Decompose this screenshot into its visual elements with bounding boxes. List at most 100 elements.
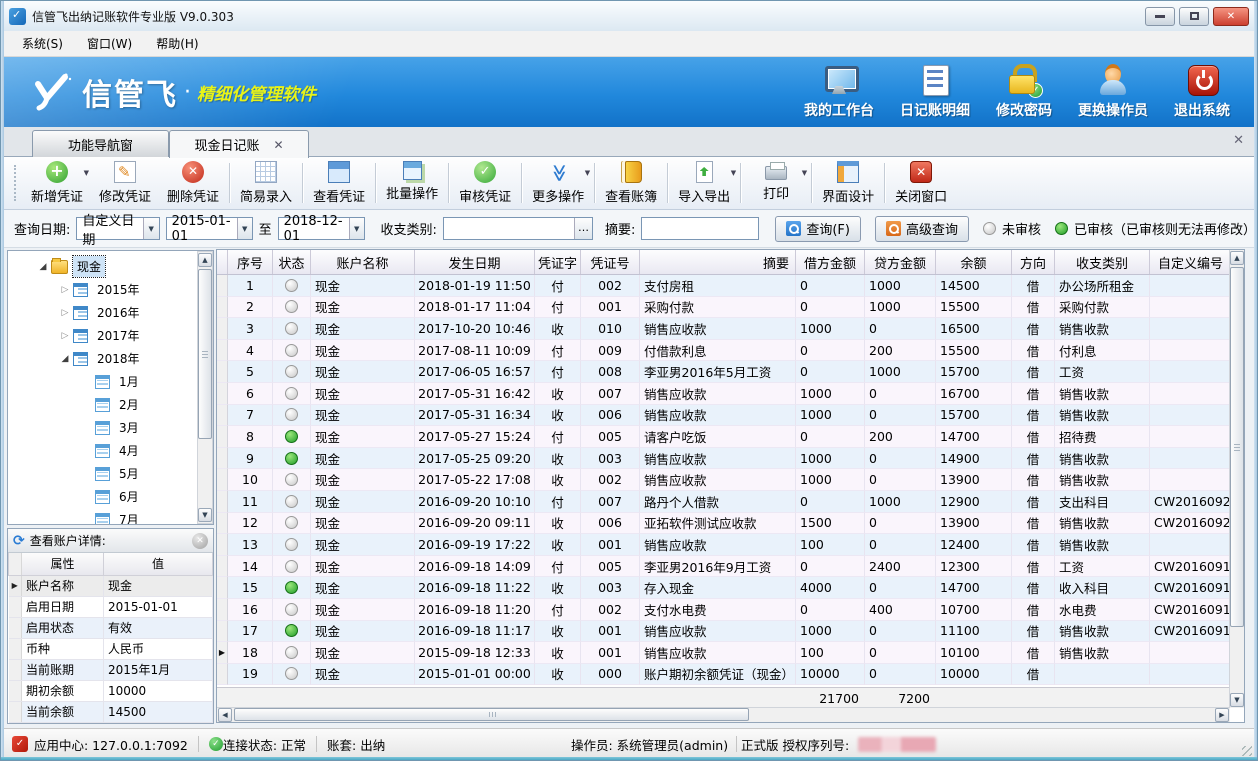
tab-nav-window[interactable]: 功能导航窗 [32,130,169,157]
grid-column-header[interactable]: 借方金额 [796,250,865,274]
dropdown-arrow-icon[interactable]: ▼ [731,169,736,177]
banner-action-workbench[interactable]: 我的工作台 [804,64,874,120]
toolbar-more-ops-button[interactable]: ▼更多操作 [524,157,592,209]
dropdown-arrow-icon[interactable]: ▼ [802,169,807,177]
category-input[interactable] [443,217,593,240]
minimize-button[interactable] [1145,7,1175,26]
tab-cash-journal[interactable]: 现金日记账 ✕ [169,130,309,158]
tabstrip-close-icon[interactable]: ✕ [1233,133,1244,148]
table-row[interactable]: 14现金2016-09-18 14:09付005李亚男2016年9月工资0240… [217,556,1244,578]
grid-column-header[interactable]: 自定义编号 [1150,250,1230,274]
date-mode-select[interactable]: 自定义日期 ▼ [76,217,159,240]
collapse-icon[interactable]: ◢ [38,262,48,272]
expand-icon[interactable]: ▷ [60,285,70,295]
toolbar-close-window-button[interactable]: 关闭窗口 [887,157,955,209]
toolbar-edit-voucher-button[interactable]: 修改凭证 [91,157,159,209]
summary-input[interactable] [641,217,759,240]
scroll-thumb[interactable] [234,708,749,721]
grid-column-header[interactable]: 账户名称 [311,250,415,274]
toolbar-delete-voucher-button[interactable]: 删除凭证 [159,157,227,209]
scroll-up-icon[interactable]: ▲ [198,253,212,267]
table-row[interactable]: 1现金2018-01-19 11:50付002支付房租0100014500借办公… [217,275,1244,297]
toolbar-batch-ops-button[interactable]: 批量操作 [378,157,446,209]
tree-item-7月[interactable]: 7月 [8,508,213,525]
table-row[interactable]: 7现金2017-05-31 16:34收006销售应收款1000015700借销… [217,405,1244,427]
grid-hscrollbar[interactable]: ◀ ▶ [217,707,1230,722]
tree-item-1月[interactable]: 1月 [8,370,213,393]
refresh-icon[interactable]: ⟳ [13,533,25,549]
banner-action-journal-detail[interactable]: 日记账明细 [900,64,970,120]
tree-item-2月[interactable]: 2月 [8,393,213,416]
scroll-right-icon[interactable]: ▶ [1215,708,1229,722]
grid-column-header[interactable]: 凭证号 [581,250,640,274]
tree-item-2016年[interactable]: ▷2016年 [8,301,213,324]
toolbar-add-voucher-button[interactable]: ▼新增凭证 [23,157,91,209]
grid-column-header[interactable]: 状态 [273,250,311,274]
expand-icon[interactable]: ▷ [60,308,70,318]
grid-column-header[interactable]: 发生日期 [415,250,535,274]
details-close-icon[interactable]: ✕ [192,533,208,549]
table-row[interactable]: 3现金2017-10-20 10:46收010销售应收款1000016500借销… [217,318,1244,340]
expand-icon[interactable]: ▷ [60,331,70,341]
tab-close-icon[interactable]: ✕ [273,138,283,152]
details-row[interactable]: 当前余额14500 [9,701,213,722]
scroll-down-icon[interactable]: ▼ [198,508,212,522]
date-to-picker[interactable]: 2018-12-01 ▼ [278,217,365,240]
menu-window[interactable]: 窗口(W) [77,32,142,55]
grid-column-header[interactable]: 收支类别 [1055,250,1150,274]
close-button[interactable]: ✕ [1213,7,1249,26]
scroll-thumb[interactable] [198,269,212,439]
resize-grip[interactable] [1242,746,1252,756]
toolbar-print-button[interactable]: ▼打印 [743,157,809,209]
advanced-query-button[interactable]: 高级查询 [875,216,969,242]
grid-vscrollbar[interactable]: ▲ ▼ [1229,250,1244,708]
toolbar-import-export-button[interactable]: ▼导入导出 [670,157,738,209]
collapse-icon[interactable]: ◢ [60,354,70,364]
maximize-button[interactable] [1179,7,1209,26]
toolbar-view-books-button[interactable]: 查看账簿 [597,157,665,209]
details-row[interactable]: 期初余额10000 [9,680,213,701]
table-row[interactable]: 12现金2016-09-20 09:11收006亚拓软件测试应收款1500013… [217,513,1244,535]
table-row[interactable]: 15现金2016-09-18 11:22收003存入现金4000014700借收… [217,577,1244,599]
tree-scrollbar[interactable]: ▲ ▼ [197,251,213,524]
tree-item-2018年[interactable]: ◢2018年 [8,347,213,370]
table-row[interactable]: 13现金2016-09-19 17:22收001销售应收款100012400借销… [217,534,1244,556]
table-row[interactable]: 19现金2015-01-01 00:00收000账户期初余额凭证（现金）1000… [217,664,1244,686]
tree-item-现金[interactable]: ◢现金 [8,255,213,278]
menu-system[interactable]: 系统(S) [12,32,73,55]
grid-column-header[interactable]: 序号 [228,250,273,274]
grid-column-header[interactable]: 方向 [1012,250,1055,274]
toolbar-audit-voucher-button[interactable]: 审核凭证 [451,157,519,209]
grid-column-header[interactable]: 摘要 [640,250,796,274]
table-row[interactable]: 6现金2017-05-31 16:42收007销售应收款1000016700借销… [217,383,1244,405]
table-row[interactable]: 8现金2017-05-27 15:24付005请客户吃饭020014700借招待… [217,426,1244,448]
details-row[interactable]: 启用状态有效 [9,617,213,638]
banner-action-change-password[interactable]: ✓修改密码 [996,64,1052,120]
table-row[interactable]: 2现金2018-01-17 11:04付001采购付款0100015500借采购… [217,297,1244,319]
details-row[interactable]: ▶账户名称现金 [9,575,213,596]
details-row[interactable]: 启用日期2015-01-01 [9,596,213,617]
date-from-picker[interactable]: 2015-01-01 ▼ [166,217,253,240]
table-row[interactable]: 5现金2017-06-05 16:57付008李亚男2016年5月工资01000… [217,361,1244,383]
table-row[interactable]: 11现金2016-09-20 10:10付007路丹个人借款0100012900… [217,491,1244,513]
toolbar-view-voucher-button[interactable]: 查看凭证 [305,157,373,209]
tree-item-4月[interactable]: 4月 [8,439,213,462]
query-button[interactable]: 查询(F) [775,216,861,242]
grid-column-header[interactable]: 余额 [936,250,1012,274]
grid-column-header[interactable]: 贷方金额 [865,250,936,274]
toolbar-grip[interactable] [14,165,19,201]
toolbar-quick-entry-button[interactable]: 简易录入 [232,157,300,209]
category-ellipsis-button[interactable]: … [574,218,592,239]
details-row[interactable]: 当前账期2015年1月 [9,659,213,680]
grid-column-header[interactable]: 凭证字 [535,250,581,274]
banner-action-exit-system[interactable]: 退出系统 [1174,64,1230,120]
tree-item-3月[interactable]: 3月 [8,416,213,439]
dropdown-arrow-icon[interactable]: ▼ [585,169,590,177]
tree-item-6月[interactable]: 6月 [8,485,213,508]
details-row[interactable]: 币种人民币 [9,638,213,659]
table-row[interactable]: 10现金2017-05-22 17:08收002销售应收款1000013900借… [217,469,1244,491]
toolbar-ui-design-button[interactable]: 界面设计 [814,157,882,209]
table-row[interactable]: 17现金2016-09-18 11:17收001销售应收款1000011100借… [217,621,1244,643]
table-row[interactable]: 16现金2016-09-18 11:20付002支付水电费040010700借水… [217,599,1244,621]
tree-item-2015年[interactable]: ▷2015年 [8,278,213,301]
